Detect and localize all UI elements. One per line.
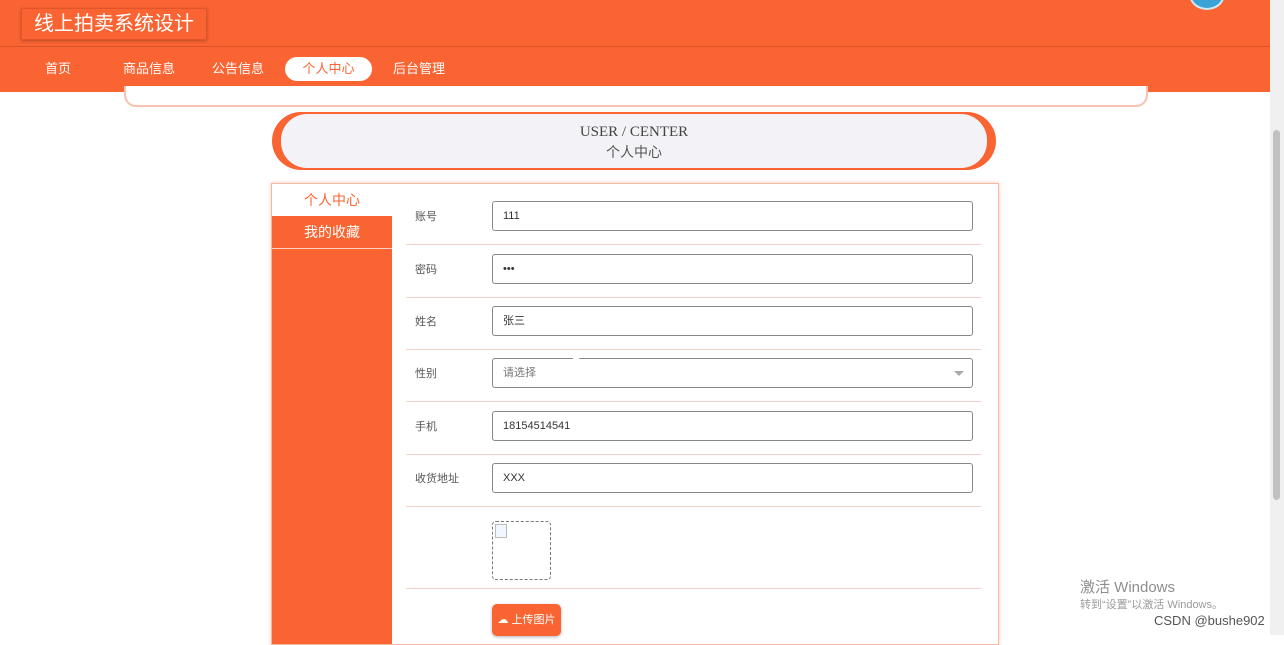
account-label: 账号 xyxy=(415,211,437,223)
banner-inner: USER / CENTER 个人中心 xyxy=(281,114,987,168)
windows-activation-title: 激活 Windows xyxy=(1080,579,1176,596)
upload-label: 上传图片 xyxy=(511,614,556,626)
site-title: 线上拍卖系统设计 xyxy=(21,8,207,40)
nav-item-products[interactable]: 商品信息 xyxy=(114,57,184,81)
page-scrollbar[interactable] xyxy=(1270,0,1284,635)
section-banner: USER / CENTER 个人中心 xyxy=(272,112,996,170)
windows-activation-subtitle: 转到“设置”以激活 Windows。 xyxy=(1080,599,1224,611)
sidebar-item-favorites[interactable]: 我的收藏 xyxy=(272,216,392,248)
form-row-password: 密码 ••• xyxy=(406,245,981,298)
address-label: 收货地址 xyxy=(415,473,459,485)
photo-preview[interactable] xyxy=(492,521,551,580)
gender-label: 性别 xyxy=(415,368,437,380)
sidebar-divider xyxy=(272,248,392,249)
password-input[interactable]: ••• xyxy=(492,254,973,284)
sidebar: 个人中心 我的收藏 xyxy=(272,184,392,644)
watermark: CSDN @bushe902 xyxy=(1154,613,1265,628)
address-input[interactable]: XXX xyxy=(492,463,973,493)
phone-label: 手机 xyxy=(415,421,437,433)
name-input[interactable]: 张三 xyxy=(492,306,973,336)
password-label: 密码 xyxy=(415,264,437,276)
upload-image-button[interactable]: ☁ 上传图片 xyxy=(492,604,561,636)
top-header: 线上拍卖系统设计 xyxy=(0,0,1270,47)
account-input[interactable]: 111 xyxy=(492,201,973,231)
nav-item-home[interactable]: 首页 xyxy=(30,57,86,81)
search-strip xyxy=(124,86,1148,107)
chevron-down-icon xyxy=(954,371,964,376)
nav-item-user-center[interactable]: 个人中心 xyxy=(285,57,372,81)
scrollbar-thumb[interactable] xyxy=(1273,130,1280,500)
mouse-cursor-icon xyxy=(573,356,581,368)
nav-item-admin[interactable]: 后台管理 xyxy=(384,57,454,81)
cloud-upload-icon: ☁ xyxy=(497,614,509,626)
form-row-phone: 手机 18154514541 xyxy=(406,402,981,455)
sidebar-item-user-center[interactable]: 个人中心 xyxy=(272,184,392,216)
form-row-name: 姓名 张三 xyxy=(406,297,981,350)
gender-select[interactable]: 请选择 xyxy=(492,358,973,388)
banner-title-en: USER / CENTER xyxy=(579,124,689,140)
nav-item-announcements[interactable]: 公告信息 xyxy=(203,57,273,81)
form-row-address: 收货地址 XXX xyxy=(406,454,981,507)
form-row-gender: 性别 请选择 xyxy=(406,349,981,402)
name-label: 姓名 xyxy=(415,316,437,328)
form-row-account: 账号 111 xyxy=(406,192,981,245)
gender-placeholder: 请选择 xyxy=(503,367,536,379)
phone-input[interactable]: 18154514541 xyxy=(492,411,973,441)
user-center-panel: 个人中心 我的收藏 账号 111 密码 ••• 姓名 张三 性别 请选择 手机 … xyxy=(271,183,999,645)
broken-image-icon xyxy=(495,524,507,538)
banner-title-cn: 个人中心 xyxy=(606,146,662,161)
